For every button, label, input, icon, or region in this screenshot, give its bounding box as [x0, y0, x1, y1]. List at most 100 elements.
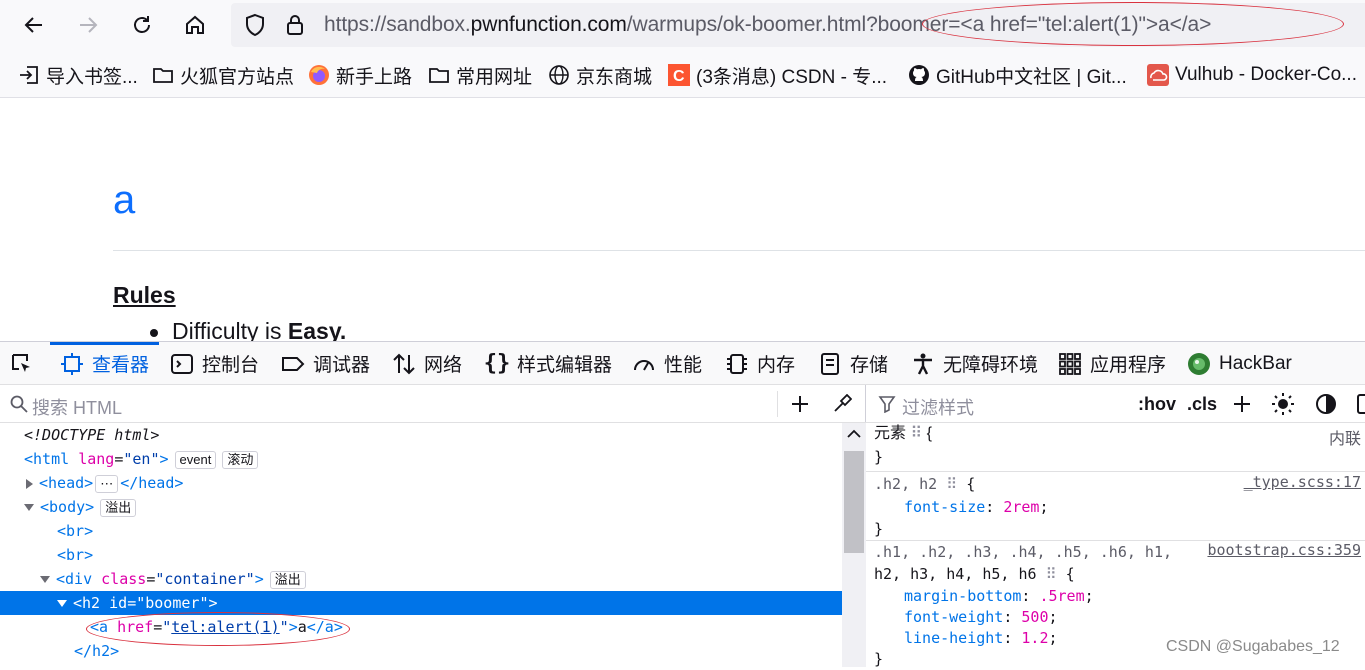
tab-application[interactable]: 应用程序: [1058, 342, 1166, 385]
tab-label: 调试器: [313, 355, 371, 376]
bookmarks-toolbar: 导入书签... 火狐官方站点 新手上路 常用网址 京东商城 C (3条消息) C…: [0, 50, 1365, 98]
add-node-icon[interactable]: [790, 394, 810, 414]
back-button[interactable]: [16, 7, 52, 43]
dark-theme-icon[interactable]: [1315, 393, 1337, 415]
hov-button[interactable]: :hov: [1138, 394, 1176, 415]
cls-button[interactable]: .cls: [1187, 394, 1217, 415]
style-editor-icon: {}: [483, 351, 511, 376]
eyedropper-icon[interactable]: [832, 394, 852, 414]
styles-filter-bar: 过滤样式 :hov .cls: [866, 385, 1365, 423]
tab-label: 内存: [757, 355, 796, 376]
reload-button[interactable]: [124, 7, 160, 43]
event-badge[interactable]: event: [174, 450, 217, 469]
back-arrow-icon: [24, 17, 42, 33]
tab-label: 应用程序: [1090, 355, 1167, 376]
overflow-badge[interactable]: 溢出: [100, 498, 137, 517]
tab-console[interactable]: 控制台: [170, 342, 259, 385]
bullet-icon: [150, 328, 158, 337]
forward-arrow-icon: [80, 17, 98, 33]
rule-bold-text: Easy.: [287, 318, 347, 341]
debugger-icon: [281, 352, 305, 376]
html-node[interactable]: <html lang="en"> event 滚动: [0, 447, 842, 471]
font-weight-declaration[interactable]: font-weight: 500;: [904, 606, 1058, 628]
html-search-bar[interactable]: 搜索 HTML: [0, 385, 866, 423]
markup-scrollbar[interactable]: [842, 423, 866, 667]
svg-text:C: C: [673, 68, 685, 85]
shield-icon[interactable]: [243, 13, 267, 37]
expand-icon[interactable]: [26, 478, 33, 489]
devtools-toolbar: 查看器 控制台 调试器 网络 {} 样式编辑器 性能 内存 存储 无障碍环境 应…: [0, 341, 1365, 385]
bookmark-label: 火狐官方站点: [180, 66, 295, 88]
page-viewport: a Rules Difficulty is Easy.: [0, 98, 1365, 341]
html-search-input[interactable]: 搜索 HTML: [32, 394, 122, 420]
collapse-icon[interactable]: [40, 576, 50, 583]
tab-style-editor[interactable]: {} 样式编辑器: [483, 342, 612, 385]
tab-hackbar[interactable]: HackBar: [1187, 342, 1292, 385]
bookmark-firefox-official[interactable]: 火狐官方站点: [152, 63, 295, 88]
div-container-node[interactable]: <div class="container"> 溢出: [0, 567, 842, 591]
forward-button[interactable]: [70, 7, 106, 43]
light-theme-icon[interactable]: [1271, 392, 1295, 416]
separator: [777, 391, 778, 417]
console-icon: [170, 352, 194, 376]
bookmark-import[interactable]: 导入书签...: [18, 63, 138, 88]
overflow-badge[interactable]: 溢出: [269, 570, 306, 589]
line-height-declaration[interactable]: line-height: 1.2;: [904, 627, 1058, 649]
tab-label: 控制台: [202, 355, 260, 376]
body-node[interactable]: <body> 溢出: [0, 495, 842, 519]
lock-icon[interactable]: [283, 13, 307, 37]
tab-network[interactable]: 网络: [392, 342, 462, 385]
collapse-icon[interactable]: [24, 504, 34, 511]
tab-accessibility[interactable]: 无障碍环境: [911, 342, 1038, 385]
filter-styles-input[interactable]: 过滤样式: [902, 394, 974, 420]
br-node[interactable]: <br>: [0, 519, 842, 543]
collapsed-ellipsis-icon[interactable]: ⋯: [95, 474, 119, 493]
type-scss-source-link[interactable]: _type.scss:17: [1244, 473, 1361, 491]
bootstrap-css-source-link[interactable]: bootstrap.css:359: [1207, 541, 1361, 559]
hackbar-icon: [1187, 352, 1211, 376]
bookmark-vulhub[interactable]: Vulhub - Docker-Co...: [1147, 63, 1357, 87]
inline-source: 内联: [1328, 431, 1361, 448]
margin-bottom-declaration[interactable]: margin-bottom: .5rem;: [904, 585, 1094, 607]
bookmark-label: 新手上路: [336, 66, 413, 88]
injected-link[interactable]: a: [113, 180, 135, 220]
font-size-declaration[interactable]: font-size: 2rem;: [904, 496, 1049, 518]
chevron-up-icon[interactable]: [847, 429, 861, 439]
head-node[interactable]: <head> ⋯ </head>: [0, 471, 842, 495]
bookmark-common-sites[interactable]: 常用网址: [428, 63, 532, 88]
tab-inspector[interactable]: 查看器: [49, 342, 160, 385]
heading-rule-selector-cont[interactable]: h2, h3, h4, h5, h6 ⠿ {: [874, 563, 1075, 585]
heading-rule-selector[interactable]: .h1, .h2, .h3, .h4, .h5, .h6, h1,: [874, 541, 1172, 563]
bookmark-jd[interactable]: 京东商城: [548, 63, 652, 88]
tab-performance[interactable]: 性能: [632, 342, 702, 385]
memory-icon: [725, 352, 749, 376]
print-simulation-icon[interactable]: [1356, 393, 1365, 415]
rules-panel: 过滤样式 :hov .cls 元素 ⠿ { 内联 } .h2, h2 ⠿ { _…: [866, 385, 1365, 668]
add-rule-icon[interactable]: [1232, 394, 1252, 414]
doctype-node[interactable]: <!DOCTYPE html>: [0, 423, 842, 447]
rules-heading: Rules: [113, 282, 176, 308]
home-button[interactable]: [177, 7, 213, 43]
element-rule-header[interactable]: 元素 ⠿ {: [874, 423, 932, 445]
tab-debugger[interactable]: 调试器: [281, 342, 370, 385]
br-node[interactable]: <br>: [0, 543, 842, 567]
bookmark-csdn[interactable]: C (3条消息) CSDN - 专...: [668, 63, 887, 88]
bookmark-getting-started[interactable]: 新手上路: [308, 63, 413, 88]
element-picker-button[interactable]: [10, 342, 42, 385]
bookmark-github[interactable]: GitHub中文社区 | Git...: [908, 63, 1127, 88]
tab-memory[interactable]: 内存: [725, 342, 795, 385]
h2-rule-selector[interactable]: .h2, h2 ⠿ {: [874, 473, 975, 495]
rule-item: Difficulty is Easy.: [150, 318, 346, 341]
h2-close-node[interactable]: </h2>: [0, 639, 842, 663]
rule-close-brace: }: [874, 520, 884, 538]
rule-close-brace: }: [874, 448, 884, 466]
pick-element-icon: [10, 352, 34, 376]
h2-boomer-node[interactable]: <h2 id="boomer">: [0, 591, 842, 615]
scroll-thumb[interactable]: [844, 451, 864, 553]
inspector-panel: 搜索 HTML <!DOCTYPE html> <html lang="en">…: [0, 385, 866, 667]
tab-label: 性能: [664, 355, 703, 376]
scroll-badge[interactable]: 滚动: [222, 450, 259, 469]
tab-storage[interactable]: 存储: [818, 342, 888, 385]
collapse-icon[interactable]: [57, 600, 67, 607]
globe-icon: [548, 64, 570, 86]
